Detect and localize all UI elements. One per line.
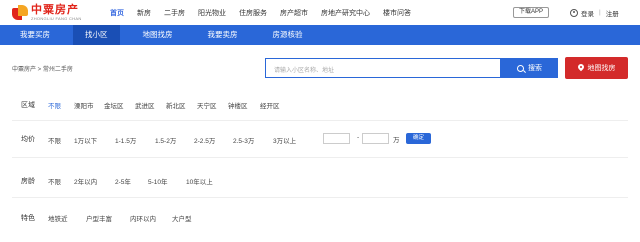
district-option[interactable]: 钟楼区	[228, 100, 248, 110]
sub-nav-verify[interactable]: 房源核验	[261, 25, 315, 45]
download-app-button[interactable]: 下载APP	[513, 7, 549, 18]
price-option[interactable]: 2.5-3万	[233, 135, 254, 145]
logo-english: ZHONGLIU FANG CHAN	[31, 15, 82, 21]
district-option[interactable]: 不限	[48, 100, 61, 110]
logo-name: 中粟房产	[31, 3, 79, 16]
top-nav-property-market[interactable]: 房产超市	[280, 8, 308, 18]
district-option[interactable]: 金坛区	[104, 100, 124, 110]
search-icon	[517, 64, 524, 72]
price-range-dash: -	[357, 134, 360, 141]
district-option[interactable]: 天宁区	[197, 100, 217, 110]
top-header: 中粟房产 ZHONGLIU FANG CHAN 首页 新房 二手房 阳光物业 住…	[0, 0, 640, 25]
price-option[interactable]: 2-2.5万	[194, 135, 215, 145]
sub-nav-find-community[interactable]: 找小区	[73, 25, 120, 45]
age-option[interactable]: 10年以上	[186, 176, 213, 186]
sub-nav-sell[interactable]: 我要卖房	[196, 25, 250, 45]
map-search-label: 地图找房	[587, 65, 616, 72]
top-nav-qa[interactable]: 楼市问答	[383, 8, 411, 18]
top-nav-second-hand[interactable]: 二手房	[164, 8, 185, 18]
divider	[12, 120, 628, 121]
search-input[interactable]	[266, 62, 500, 80]
top-nav-home[interactable]: 首页	[110, 8, 124, 18]
district-option[interactable]: 经开区	[260, 100, 280, 110]
sub-nav-bar: 我要买房 找小区 地图找房 我要卖房 房源核验	[0, 25, 640, 45]
user-icon	[570, 8, 578, 17]
price-option[interactable]: 3万以上	[273, 135, 296, 145]
district-option[interactable]: 溧阳市	[74, 100, 94, 110]
price-confirm-button[interactable]: 确定	[406, 133, 431, 144]
divider	[12, 157, 628, 158]
top-nav-housing-service[interactable]: 住房服务	[239, 8, 267, 18]
top-nav-research-center[interactable]: 房地产研究中心	[321, 8, 370, 18]
sub-nav-map-search[interactable]: 地图找房	[131, 25, 185, 45]
price-option[interactable]: 1万以下	[74, 135, 97, 145]
price-option[interactable]: 1-1.5万	[115, 135, 136, 145]
feature-option[interactable]: 地铁近	[48, 213, 68, 223]
top-nav-new-homes[interactable]: 新房	[137, 8, 151, 18]
location-pin-icon	[578, 64, 584, 72]
filter-label-price: 均价	[21, 136, 35, 143]
search-button[interactable]: 搜索	[501, 58, 558, 78]
price-min-input[interactable]	[323, 133, 350, 144]
sub-nav-buy[interactable]: 我要买房	[8, 25, 62, 45]
age-option[interactable]: 2年以内	[74, 176, 97, 186]
search-box	[265, 58, 501, 80]
search-button-label: 搜索	[528, 65, 542, 72]
top-nav-sunshine-property[interactable]: 阳光物业	[198, 8, 226, 18]
age-option[interactable]: 5-10年	[148, 176, 168, 186]
age-option[interactable]: 不限	[48, 176, 61, 186]
price-unit-label: 万	[393, 137, 400, 144]
map-search-button[interactable]: 地图找房	[565, 57, 628, 79]
top-nav: 首页 新房 二手房 阳光物业 住房服务 房产超市 房地产研究中心 楼市问答	[110, 0, 424, 25]
district-option[interactable]: 武进区	[135, 100, 155, 110]
feature-option[interactable]: 大户型	[172, 213, 192, 223]
filter-label-age: 房龄	[21, 178, 35, 185]
divider	[12, 197, 628, 198]
price-max-input[interactable]	[362, 133, 389, 144]
register-link[interactable]: 注册	[606, 8, 619, 18]
logo-mark-icon	[12, 4, 28, 21]
price-option[interactable]: 1.5-2万	[155, 135, 176, 145]
feature-option[interactable]: 内环以内	[130, 213, 156, 223]
separator: |	[599, 9, 601, 16]
breadcrumb: 中粟房产 > 常州二手房	[12, 67, 73, 73]
logo[interactable]: 中粟房产 ZHONGLIU FANG CHAN	[12, 3, 82, 22]
filter-label-feature: 特色	[21, 215, 35, 222]
user-area: 登录 | 注册	[570, 6, 619, 19]
filter-label-district: 区域	[21, 102, 35, 109]
price-option[interactable]: 不限	[48, 135, 61, 145]
district-option[interactable]: 新北区	[166, 100, 186, 110]
feature-option[interactable]: 户型丰富	[86, 213, 112, 223]
age-option[interactable]: 2-5年	[115, 176, 131, 186]
login-link[interactable]: 登录	[581, 8, 594, 18]
